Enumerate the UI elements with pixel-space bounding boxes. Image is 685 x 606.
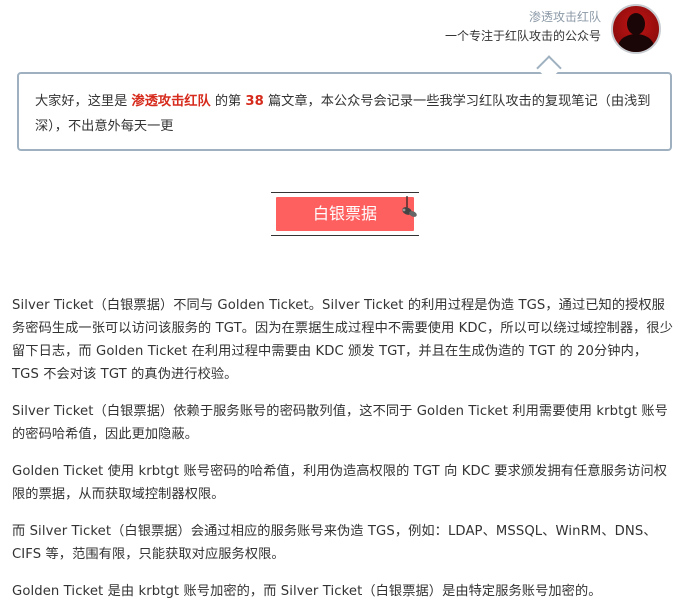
paragraph: Golden Ticket 是由 krbtgt 账号加密的，而 Silver T… <box>12 584 602 599</box>
avatar-shoulders <box>618 34 654 52</box>
paragraph: Silver Ticket（白银票据）不同与 Golden Ticket。Sil… <box>12 298 673 382</box>
intro-account-name: 渗透攻击红队 <box>131 94 211 109</box>
paragraph: Silver Ticket（白银票据）依赖于服务账号的密码散列值，这不同于 Go… <box>12 404 668 442</box>
heading-rule-top <box>271 192 419 193</box>
pushpin-icon <box>402 196 417 217</box>
paragraph: Golden Ticket 使用 krbtgt 账号密码的哈希值，利用伪造高权限… <box>12 464 668 502</box>
article-page: 渗透攻击红队 一个专注于红队攻击的公众号 大家好，这里是 渗透攻击红队 的第 3… <box>0 0 685 606</box>
heading-rule-bottom <box>271 235 419 236</box>
author-name[interactable]: 渗透攻击红队 <box>445 8 601 26</box>
intro-middle: 的第 <box>210 94 246 109</box>
avatar[interactable] <box>611 4 661 54</box>
intro-article-number: 38 <box>245 94 264 109</box>
author-tagline: 一个专注于红队攻击的公众号 <box>444 29 601 43</box>
author-block: 渗透攻击红队 一个专注于红队攻击的公众号 <box>445 8 601 46</box>
avatar-head <box>627 13 645 35</box>
intro-bubble: 大家好，这里是 渗透攻击红队 的第 38 篇文章，本公众号会记录一些我学习红队攻… <box>17 72 672 151</box>
paragraph: 而 Silver Ticket（白银票据）会通过相应的服务账号来伪造 TGS，例… <box>12 524 657 562</box>
intro-prefix: 大家好，这里是 <box>35 94 132 109</box>
article-body: Silver Ticket（白银票据）不同与 Golden Ticket。Sil… <box>12 294 674 606</box>
